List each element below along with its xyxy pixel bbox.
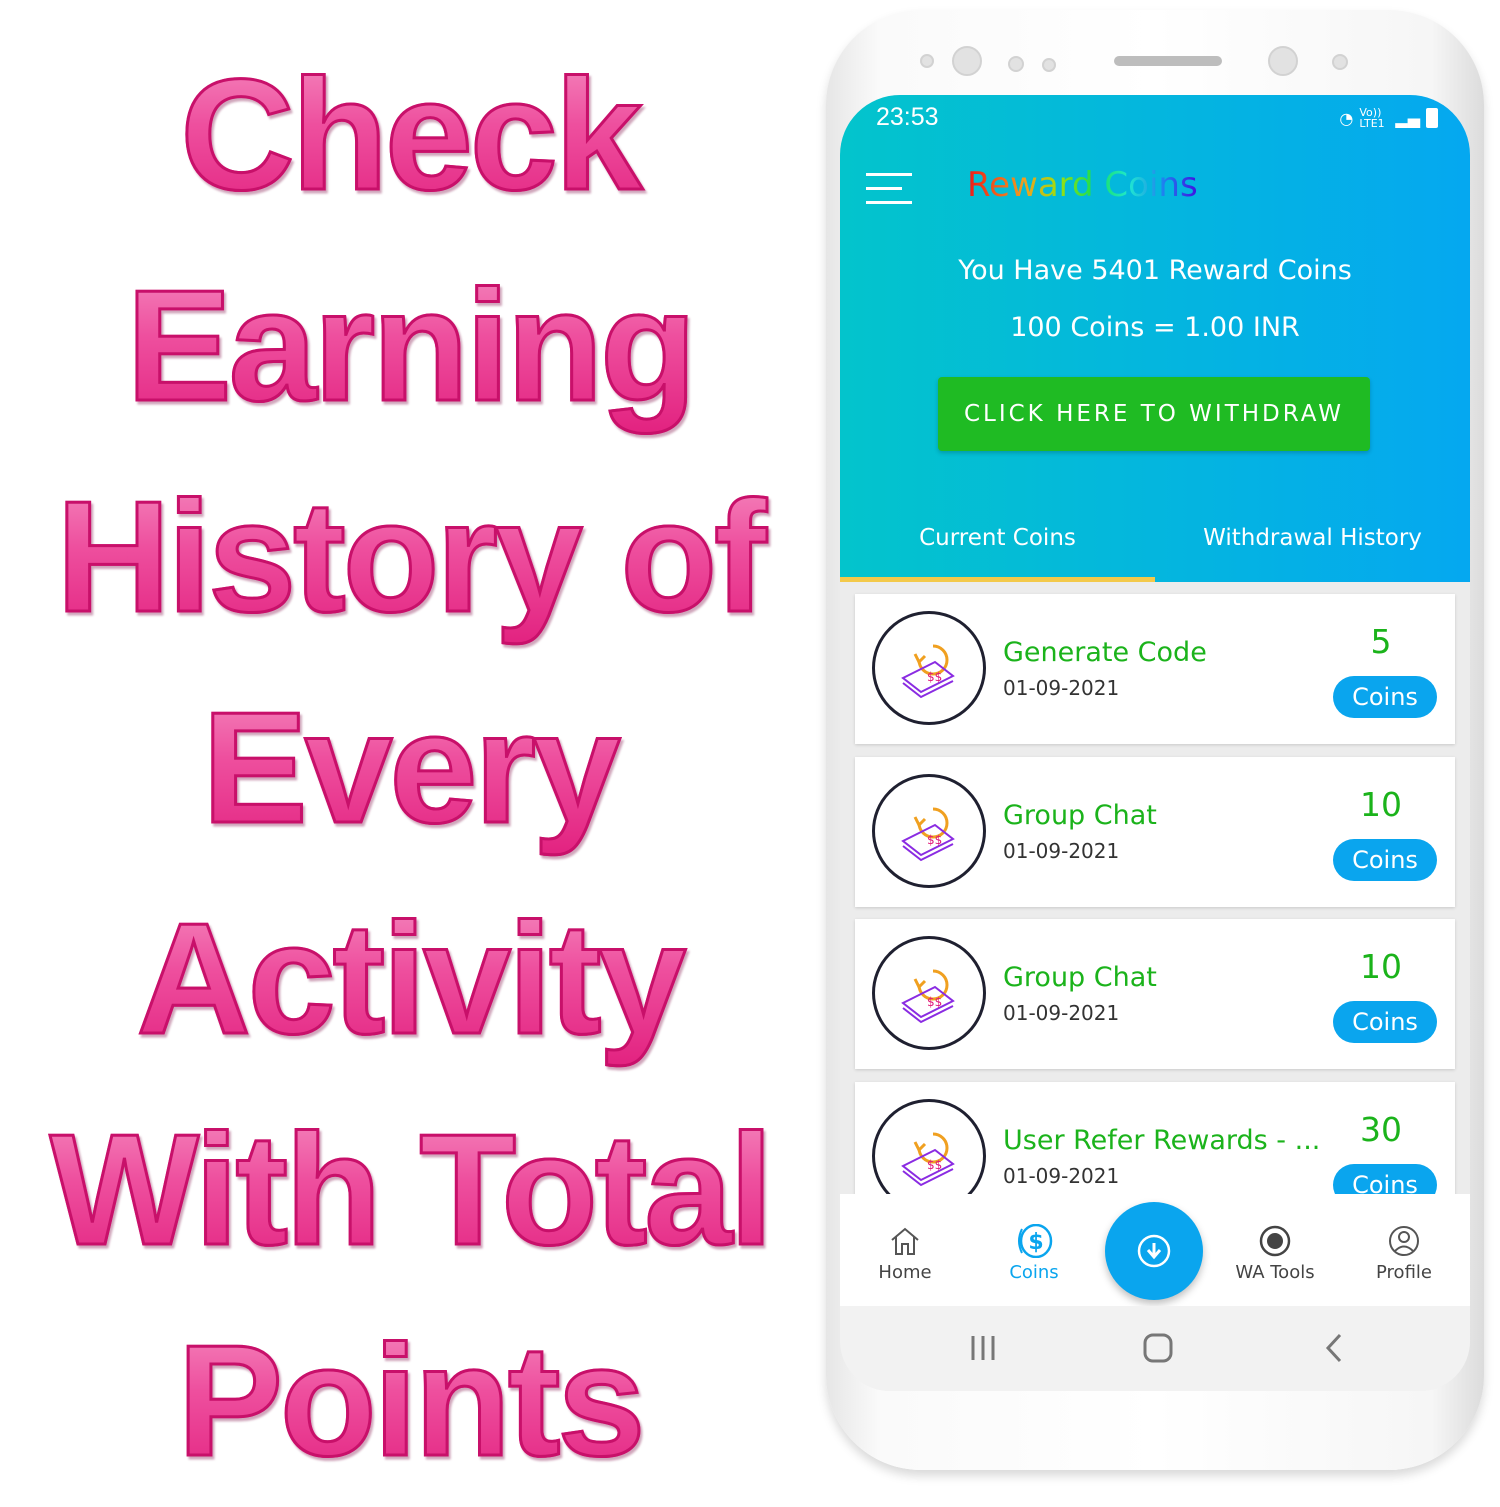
activity-amount: 5 [1370, 622, 1392, 661]
sensor-icon [1008, 56, 1024, 72]
front-camera-icon [1268, 46, 1298, 76]
network-label: Vo)) LTE1 [1359, 106, 1385, 130]
svg-text:$$: $$ [927, 995, 942, 1009]
nav-label: Coins [1009, 1262, 1059, 1283]
headline-line: Every [0, 663, 820, 874]
activity-date: 01-09-2021 [1003, 1001, 1120, 1025]
earpiece-speaker [1114, 56, 1222, 66]
cash-reward-icon: $$ [901, 1132, 955, 1186]
activity-avatar: $$ [872, 936, 986, 1050]
activity-title: User Refer Rewards - ... [1003, 1124, 1321, 1156]
conversion-rate: 100 Coins = 1.00 INR [1010, 312, 1300, 343]
app-header: 23:53 ◔ Vo)) LTE1 ▂▄ Reward Coins You Ha… [840, 95, 1470, 582]
activity-date: 01-09-2021 [1003, 1163, 1120, 1188]
nav-coins[interactable]: $ Coins [984, 1224, 1084, 1283]
headline-line: Points [0, 1296, 820, 1507]
svg-text:$$: $$ [927, 670, 942, 684]
status-icons: ◔ Vo)) LTE1 ▂▄ [1339, 107, 1438, 129]
download-icon [1137, 1234, 1171, 1268]
tab-withdrawal-history[interactable]: Withdrawal History [1155, 525, 1470, 551]
activity-card[interactable]: $$ Group Chat 01-09-2021 10 Coins [855, 919, 1455, 1069]
activity-avatar: $$ [872, 611, 986, 725]
activity-title: Generate Code [1003, 637, 1207, 668]
bottom-nav: Home $ Coins WA Tools Profile [840, 1194, 1470, 1306]
coins-badge: Coins [1333, 676, 1437, 718]
home-button-icon[interactable] [1142, 1332, 1174, 1364]
svg-text:$$: $$ [927, 1158, 942, 1172]
headline-line: History of [0, 452, 820, 663]
battery-icon [1426, 108, 1438, 128]
recent-apps-icon[interactable] [968, 1332, 998, 1364]
svg-text:$$: $$ [927, 833, 942, 847]
nav-label: Profile [1376, 1262, 1432, 1283]
phone-screen: 23:53 ◔ Vo)) LTE1 ▂▄ Reward Coins You Ha… [840, 95, 1470, 1391]
user-icon [1389, 1226, 1419, 1256]
nav-wa-tools[interactable]: WA Tools [1225, 1224, 1325, 1283]
camera-icon [952, 46, 982, 76]
svg-text:$: $ [1028, 1230, 1043, 1255]
nav-label: Home [878, 1262, 932, 1283]
wifi-icon: ◔ [1339, 108, 1354, 128]
withdraw-button[interactable]: CLICK HERE TO WITHDRAW [938, 377, 1370, 451]
sensor-icon [1042, 58, 1056, 72]
home-icon [891, 1227, 919, 1255]
signal-icon: ▂▄ [1395, 108, 1420, 128]
activity-avatar: $$ [872, 773, 986, 888]
nav-profile[interactable]: Profile [1354, 1224, 1454, 1283]
headline-line: Check [0, 30, 820, 241]
headline-line: With Total [0, 1085, 820, 1296]
cash-reward-icon: $$ [901, 969, 955, 1024]
headline-line: Earning [0, 241, 820, 452]
activity-title: Group Chat [1003, 799, 1157, 831]
status-time: 23:53 [876, 103, 939, 131]
activity-amount: 30 [1360, 1109, 1402, 1149]
headline-line: Activity [0, 874, 820, 1085]
sensor-icon [920, 54, 934, 68]
coins-badge: Coins [1333, 1163, 1437, 1194]
nav-home[interactable]: Home [855, 1224, 955, 1283]
activity-card[interactable]: $$ User Refer Rewards - ... 01-09-2021 3… [855, 1081, 1455, 1194]
activity-card[interactable]: $$ Generate Code 01-09-2021 5 Coins [855, 594, 1455, 744]
whatsapp-icon [1259, 1225, 1291, 1257]
activity-amount: 10 [1360, 784, 1402, 824]
system-nav-bar [840, 1306, 1470, 1391]
coins-badge: Coins [1333, 838, 1437, 881]
activity-list[interactable]: $$ Generate Code 01-09-2021 5 Coins $$ Gr… [840, 582, 1470, 1194]
cash-reward-icon: $$ [901, 807, 955, 861]
tab-current-coins[interactable]: Current Coins [840, 525, 1155, 551]
coins-badge: Coins [1333, 1001, 1437, 1043]
sensor-icon [1332, 54, 1348, 70]
back-icon[interactable] [1322, 1332, 1346, 1364]
activity-date: 01-09-2021 [1003, 838, 1120, 863]
promo-headline: Check Earning History of Every Activity … [0, 30, 820, 1507]
app-title: Reward Coins [967, 165, 1198, 205]
activity-date: 01-09-2021 [1003, 676, 1120, 700]
coin-balance: You Have 5401 Reward Coins [958, 255, 1352, 286]
dollar-coin-icon: $ [1018, 1224, 1053, 1258]
hamburger-icon[interactable] [866, 173, 912, 205]
activity-card[interactable]: $$ Group Chat 01-09-2021 10 Coins [855, 756, 1455, 907]
nav-label: WA Tools [1235, 1262, 1315, 1283]
download-fab-button[interactable] [1105, 1202, 1203, 1300]
activity-amount: 10 [1360, 947, 1402, 986]
activity-avatar: $$ [872, 1098, 986, 1194]
activity-title: Group Chat [1003, 962, 1157, 993]
cash-reward-icon: $$ [901, 644, 955, 699]
